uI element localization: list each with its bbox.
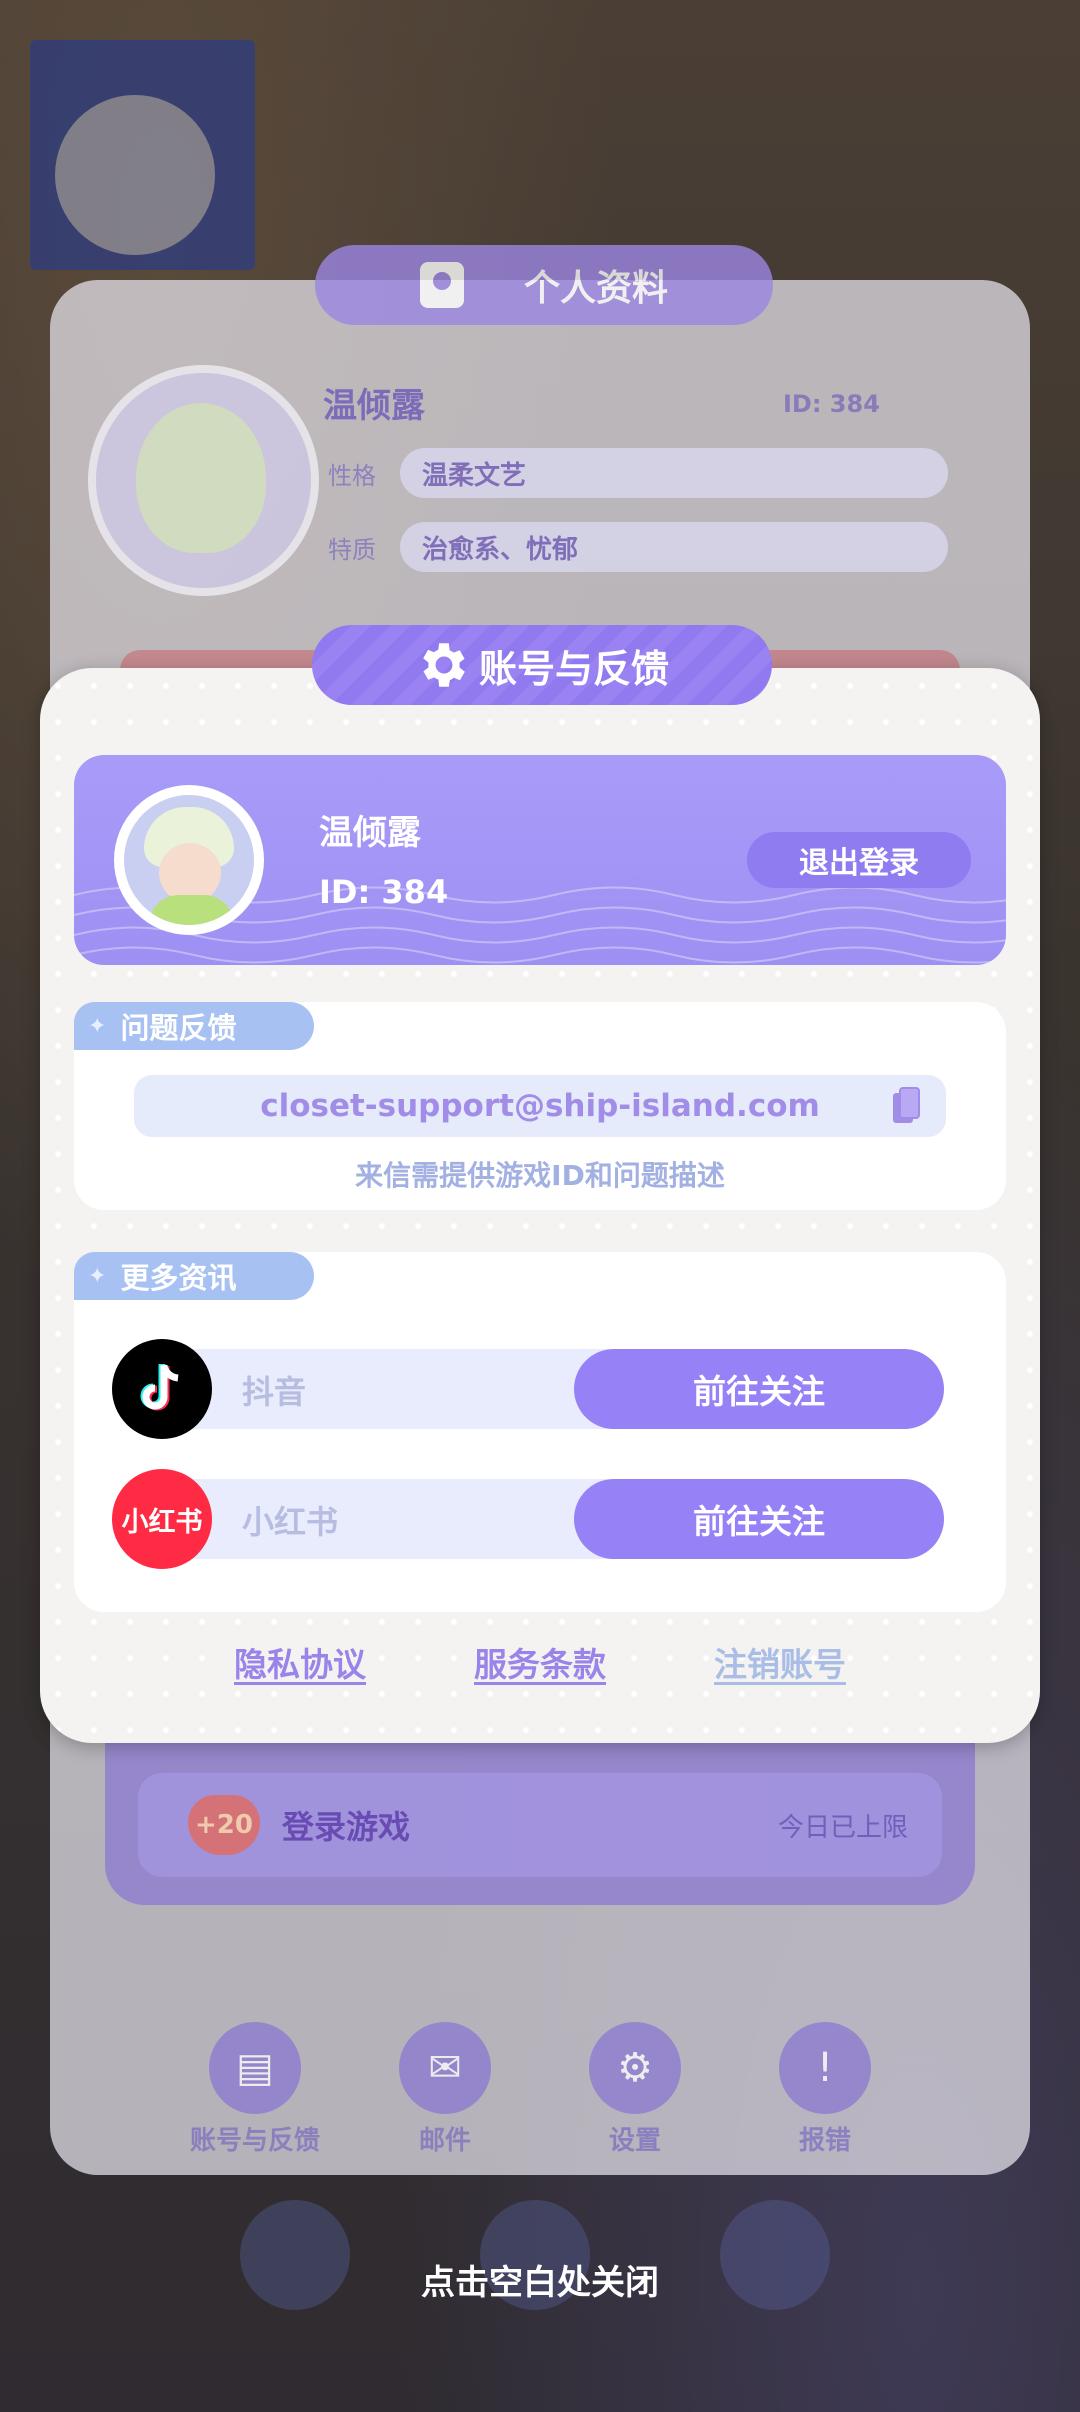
profile-title: 个人资料 — [523, 268, 668, 309]
nav-label: 账号与反馈 — [189, 2126, 320, 2156]
section-label-text: 问题反馈 — [120, 1011, 237, 1045]
nav-label: 邮件 — [418, 2126, 471, 2156]
background-window — [30, 40, 255, 270]
sparkle-icon: ✦ — [88, 1263, 107, 1289]
trait-value: 治愈系、忧郁 — [400, 522, 948, 572]
heart-reward-icon: +20 — [188, 1795, 260, 1855]
modal-title: 账号与反馈 — [478, 646, 669, 691]
feedback-hint: 来信需提供游戏ID和问题描述 — [355, 1159, 725, 1192]
gear-icon — [423, 643, 465, 687]
social-row-douyin: 抖音 前往关注 — [112, 1339, 982, 1439]
tiktok-icon — [112, 1339, 212, 1439]
social-name: 抖音 — [242, 1373, 307, 1411]
follow-douyin-button[interactable]: 前往关注 — [574, 1349, 944, 1429]
task-row-login: +20 登录游戏 今日已上限 — [138, 1773, 942, 1877]
nav-account-feedback[interactable]: ▤ 账号与反馈 — [160, 2022, 350, 2157]
close-hint[interactable]: 点击空白处关闭 — [0, 2255, 1080, 2304]
trait-value: 温柔文艺 — [400, 448, 948, 498]
profile-badge-icon — [419, 262, 464, 308]
nav-mail[interactable]: ✉ 邮件 — [350, 2022, 540, 2157]
account-id: ID: 384 — [319, 873, 449, 911]
task-status: 今日已上限 — [777, 1812, 908, 1843]
profile-id: ID: 384 — [783, 390, 880, 418]
section-label: ✦ 更多资讯 — [74, 1252, 314, 1300]
nav-label: 报错 — [798, 2126, 851, 2156]
report-icon: ! — [779, 2022, 871, 2114]
modal-title-tab: 账号与反馈 — [312, 625, 772, 705]
terms-link[interactable]: 服务条款 — [474, 1638, 606, 1686]
task-name: 登录游戏 — [282, 1808, 411, 1846]
profile-name: 温倾露 — [323, 386, 425, 426]
follow-xiaohongshu-button[interactable]: 前往关注 — [574, 1479, 944, 1559]
xiaohongshu-icon: 小红书 — [112, 1469, 212, 1569]
gear-icon: ⚙ — [589, 2022, 681, 2114]
trait-row-personality: 性格 温柔文艺 — [328, 448, 948, 498]
nav-report[interactable]: ! 报错 — [730, 2022, 920, 2157]
feedback-section: ✦ 问题反馈 closet-support@ship-island.com 来信… — [74, 1002, 1006, 1210]
support-email: closet-support@ship-island.com — [260, 1088, 820, 1124]
trait-row-quality: 特质 治愈系、忧郁 — [328, 522, 948, 572]
nav-label: 设置 — [608, 2126, 661, 2156]
account-card: 温倾露 ID: 384 退出登录 — [74, 755, 1006, 965]
section-label-text: 更多资讯 — [120, 1261, 237, 1295]
social-name: 小红书 — [242, 1503, 339, 1541]
trait-key: 特质 — [328, 535, 376, 564]
social-row-xiaohongshu: 小红书 小红书 前往关注 — [112, 1469, 982, 1569]
section-label: ✦ 问题反馈 — [74, 1002, 314, 1050]
logout-button[interactable]: 退出登录 — [747, 832, 971, 888]
more-info-section: ✦ 更多资讯 抖音 前往关注 小红书 小红书 前往关注 — [74, 1252, 1006, 1612]
sparkle-icon: ✦ — [88, 1013, 107, 1039]
mail-icon: ✉ — [399, 2022, 491, 2114]
profile-title-banner: 个人资料 — [315, 245, 773, 325]
cancel-account-link[interactable]: 注销账号 — [714, 1638, 846, 1686]
copy-icon[interactable] — [891, 1086, 921, 1126]
account-name: 温倾露 — [319, 813, 421, 853]
nav-settings[interactable]: ⚙ 设置 — [540, 2022, 730, 2157]
avatar — [114, 785, 264, 935]
support-email-field[interactable]: closet-support@ship-island.com — [134, 1075, 946, 1137]
profile-avatar — [88, 365, 319, 596]
trait-key: 性格 — [328, 461, 376, 490]
privacy-link[interactable]: 隐私协议 — [234, 1638, 366, 1686]
footer-links: 隐私协议 服务条款 注销账号 — [40, 1638, 1040, 1686]
id-card-icon: ▤ — [209, 2022, 301, 2114]
